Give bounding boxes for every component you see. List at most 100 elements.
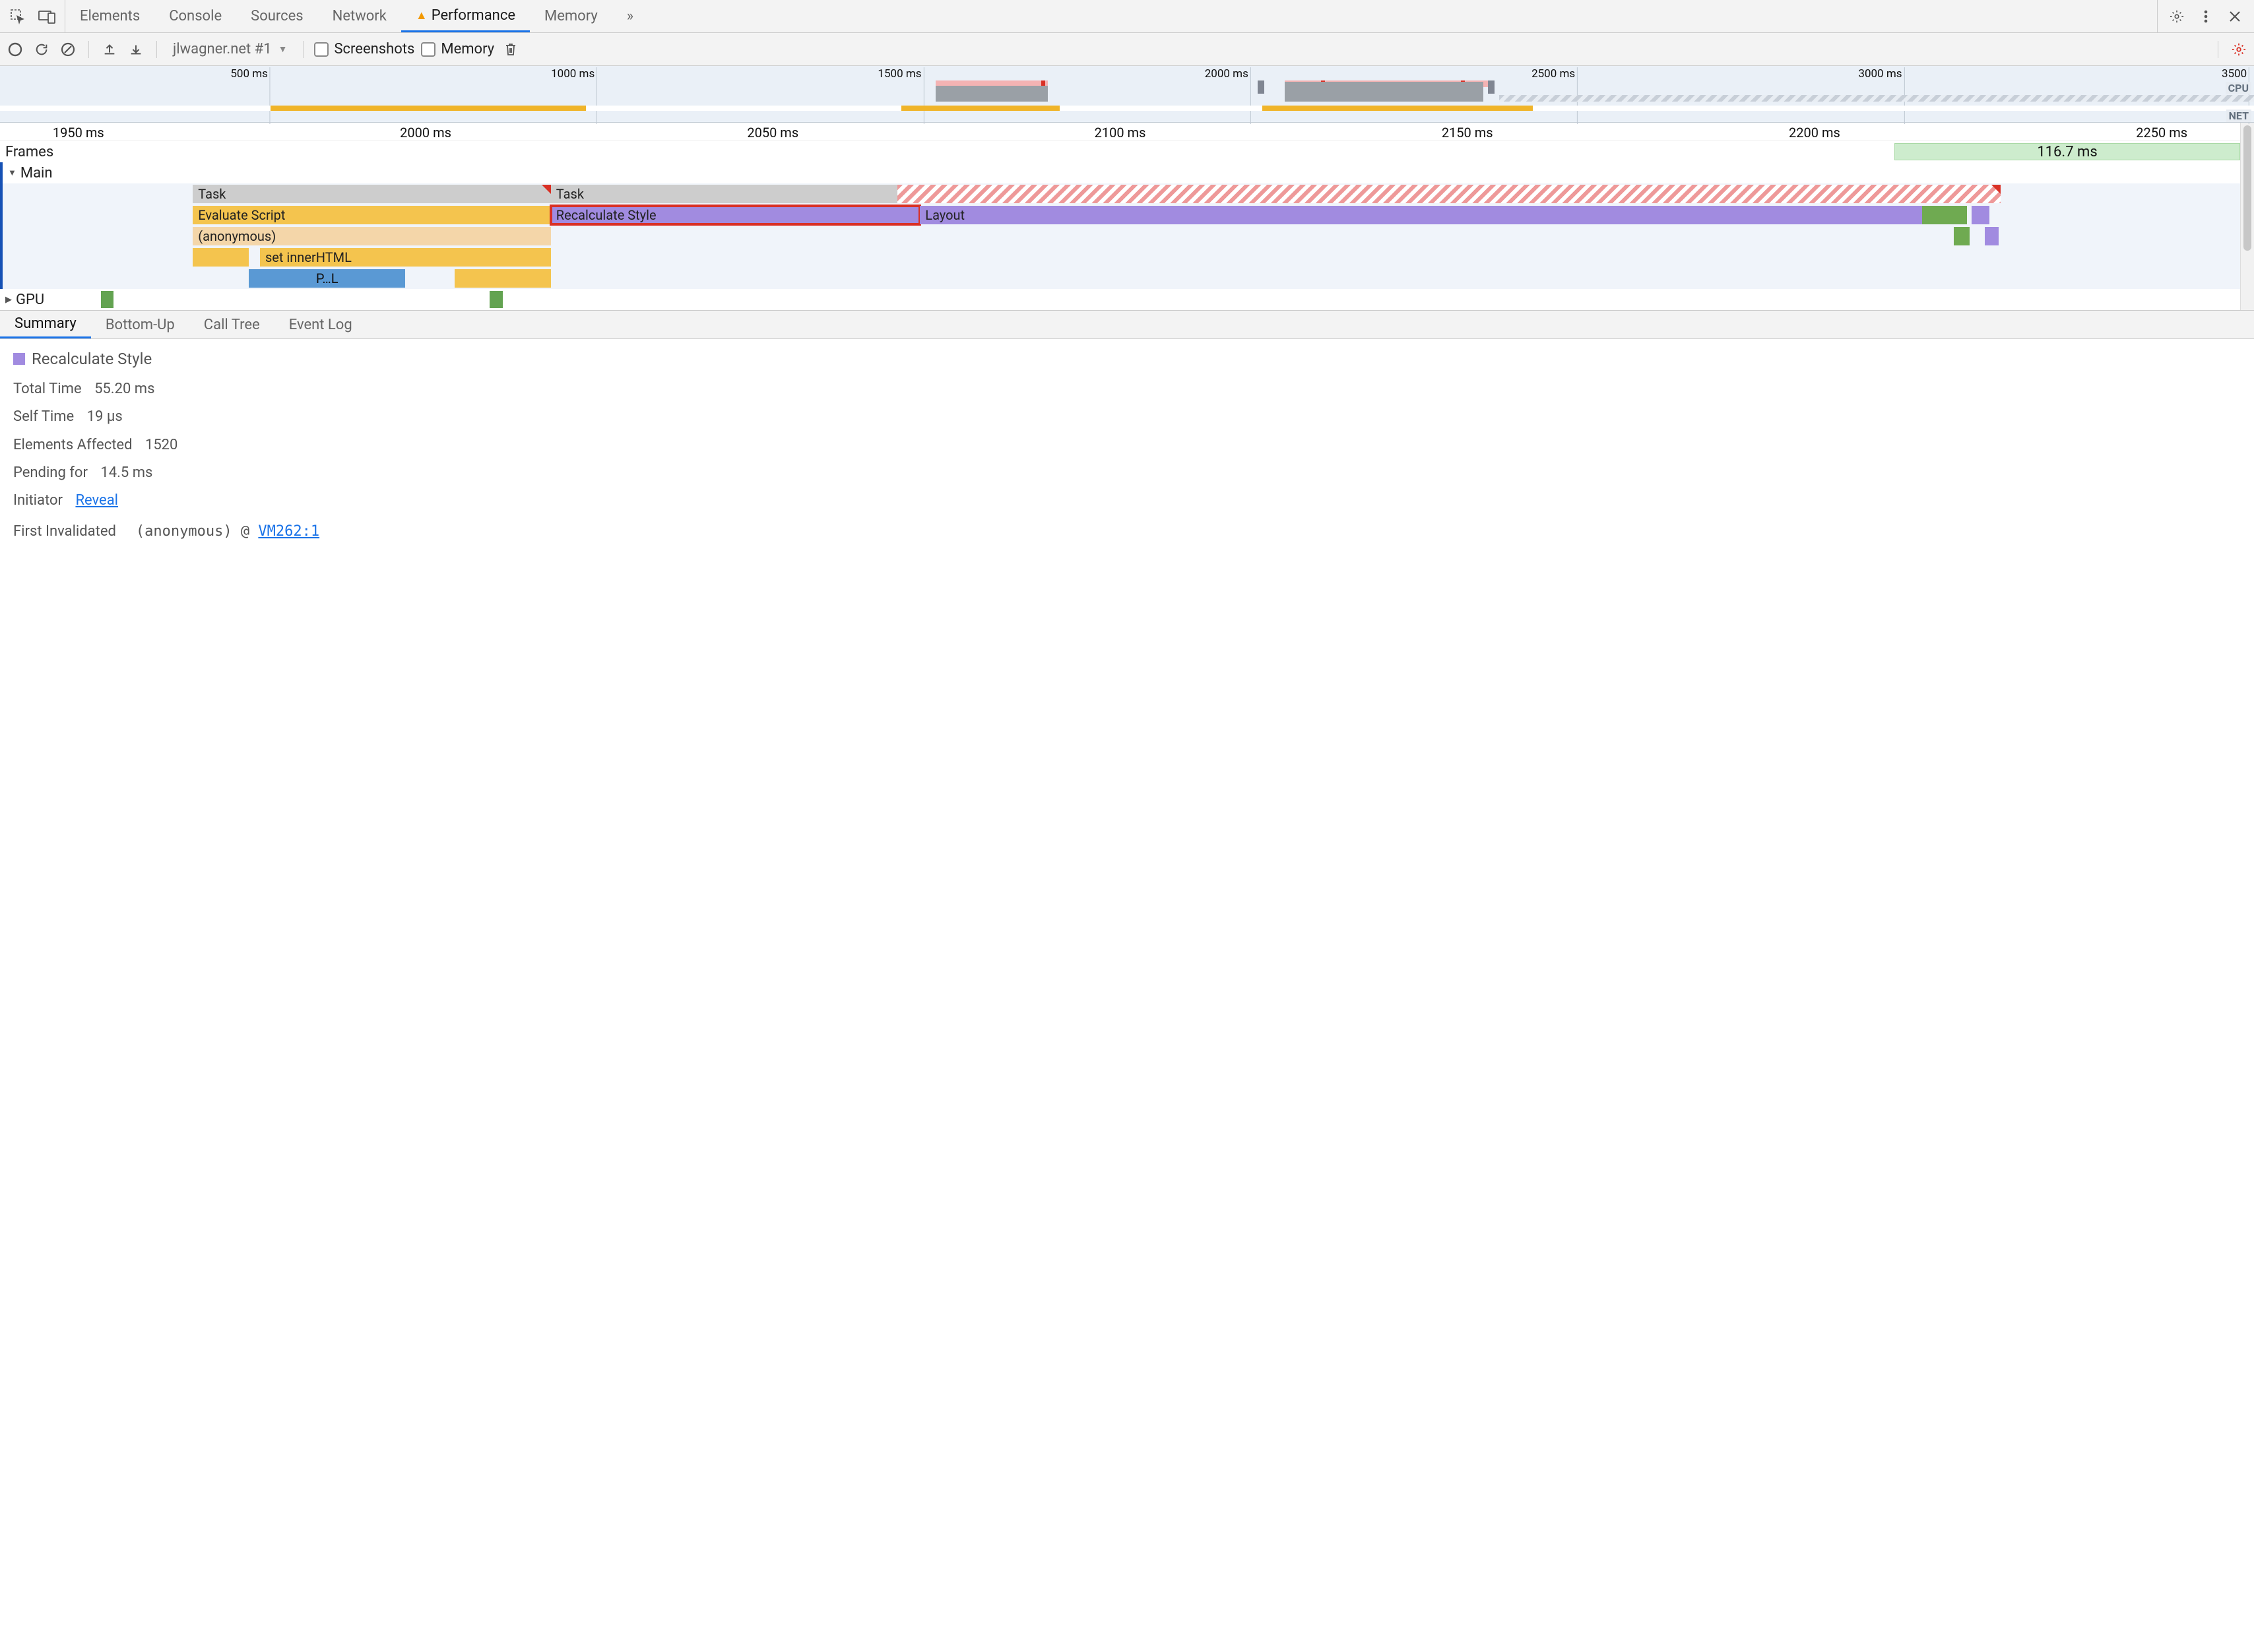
- long-task-marker-icon: [1991, 185, 2001, 194]
- overview-cpu-badge: CPU: [2226, 82, 2251, 94]
- kebab-menu-icon[interactable]: [2196, 7, 2216, 26]
- bar-task-2b[interactable]: [897, 185, 2001, 203]
- details-tabs: Summary Bottom-Up Call Tree Event Log: [0, 310, 2254, 339]
- bar-small-purple[interactable]: [1972, 206, 1989, 224]
- overview-net-badge: NET: [2226, 110, 2251, 122]
- gpu-label[interactable]: ▶ GPU: [0, 292, 79, 308]
- bar-anonymous[interactable]: (anonymous): [193, 227, 551, 245]
- frames-track[interactable]: 116.7 ms: [79, 142, 2240, 162]
- gpu-bar[interactable]: [490, 291, 503, 308]
- capture-settings-gear-icon[interactable]: [2229, 40, 2249, 59]
- btab-event-log[interactable]: Event Log: [274, 311, 367, 338]
- summary-elements-affected: Elements Affected 1520: [13, 437, 2241, 454]
- overview-cpu-lane: [0, 80, 2254, 102]
- xaxis-tick: 1950 ms: [53, 125, 104, 141]
- long-task-marker-icon: [542, 185, 551, 194]
- tab-elements[interactable]: Elements: [65, 0, 154, 32]
- record-icon[interactable]: [5, 40, 25, 59]
- summary-panel: Recalculate Style Total Time 55.20 ms Se…: [0, 339, 2254, 567]
- save-profile-icon[interactable]: [126, 40, 146, 59]
- timeline-overview[interactable]: 500 ms 1000 ms 1500 ms 2000 ms 2500 ms 3…: [0, 66, 2254, 123]
- tab-console[interactable]: Console: [154, 0, 236, 32]
- ov-tick: 3500: [2222, 67, 2249, 80]
- bar-task[interactable]: Task: [193, 185, 551, 203]
- bar-tiny-purple[interactable]: [1985, 227, 1998, 245]
- screenshots-toggle[interactable]: Screenshots: [314, 41, 414, 57]
- settings-gear-icon[interactable]: [2167, 7, 2187, 26]
- btab-summary[interactable]: Summary: [0, 311, 91, 338]
- summary-self-time: Self Time 19 µs: [13, 408, 2241, 426]
- bar-parse-html[interactable]: P…L: [249, 269, 405, 288]
- tab-network[interactable]: Network: [318, 0, 401, 32]
- disclosure-triangle-icon[interactable]: ▼: [8, 168, 16, 178]
- summary-pending-for: Pending for 14.5 ms: [13, 464, 2241, 482]
- gpu-track[interactable]: [79, 290, 2240, 309]
- tab-performance-label: Performance: [432, 7, 515, 24]
- tabstrip-right-icons: [2157, 0, 2254, 32]
- bar-recalculate-style[interactable]: Recalculate Style: [551, 206, 920, 224]
- summary-first-invalidated: First Invalidated (anonymous) @ VM262:1: [13, 523, 2241, 540]
- target-select[interactable]: jlwagner.net #1 ▼: [168, 39, 292, 60]
- target-select-label: jlwagner.net #1: [173, 41, 272, 57]
- screenshots-label: Screenshots: [334, 41, 414, 57]
- vertical-scrollbar[interactable]: [2241, 123, 2254, 310]
- bar-paint[interactable]: [1922, 206, 1967, 224]
- xaxis-tick: 2250 ms: [2136, 125, 2187, 141]
- initiator-reveal-link[interactable]: Reveal: [75, 492, 118, 509]
- overview-ticks: 500 ms 1000 ms 1500 ms 2000 ms 2500 ms 3…: [0, 66, 2254, 79]
- ov-tick: 2000 ms: [1205, 67, 1251, 80]
- devtools-tabstrip: Elements Console Sources Network ▲ Perfo…: [0, 0, 2254, 33]
- frames-label: Frames: [0, 144, 79, 160]
- summary-initiator: Initiator Reveal: [13, 492, 2241, 509]
- first-invalidated-link[interactable]: VM262:1: [258, 523, 319, 540]
- tab-performance[interactable]: ▲ Performance: [401, 0, 530, 32]
- inspect-element-icon[interactable]: [8, 7, 28, 26]
- overview-net-lane: [0, 106, 2254, 111]
- event-swatch: [13, 353, 25, 365]
- panel-tabs: Elements Console Sources Network ▲ Perfo…: [65, 0, 648, 32]
- bar-task-2a[interactable]: Task: [551, 185, 898, 203]
- chevron-down-icon: ▼: [278, 44, 288, 55]
- summary-total-time: Total Time 55.20 ms: [13, 381, 2241, 398]
- device-toolbar-icon[interactable]: [37, 7, 57, 26]
- xaxis-tick: 2200 ms: [1789, 125, 1840, 141]
- main-label[interactable]: ▼ Main: [3, 165, 82, 181]
- load-profile-icon[interactable]: [100, 40, 119, 59]
- flame-xaxis: 1950 ms 2000 ms 2050 ms 2100 ms 2150 ms …: [0, 123, 2240, 141]
- bar-tiny-green[interactable]: [1954, 227, 1970, 245]
- ov-tick: 3000 ms: [1858, 67, 1904, 80]
- xaxis-tick: 2100 ms: [1095, 125, 1146, 141]
- warning-icon: ▲: [416, 9, 428, 22]
- ov-tick: 500 ms: [230, 67, 271, 80]
- gpu-bar[interactable]: [101, 291, 114, 308]
- close-devtools-icon[interactable]: [2225, 7, 2245, 26]
- bar-evaluate-script[interactable]: Evaluate Script: [193, 206, 551, 224]
- disclosure-triangle-icon[interactable]: ▶: [5, 295, 12, 305]
- tabs-overflow[interactable]: »: [612, 0, 648, 32]
- main-header-row: ▼ Main: [3, 162, 2240, 183]
- tab-sources[interactable]: Sources: [236, 0, 318, 32]
- gpu-row: ▶ GPU: [0, 289, 2240, 310]
- frames-row: Frames 116.7 ms: [0, 141, 2240, 162]
- ov-tick: 1500 ms: [878, 67, 924, 80]
- frame-pill[interactable]: 116.7 ms: [1894, 143, 2240, 160]
- btab-call-tree[interactable]: Call Tree: [189, 311, 274, 338]
- bar-set-innerhtml[interactable]: set innerHTML: [260, 248, 551, 267]
- scrollbar-thumb[interactable]: [2243, 125, 2251, 251]
- bar-layout[interactable]: Layout: [920, 206, 1922, 224]
- btab-bottom-up[interactable]: Bottom-Up: [91, 311, 189, 338]
- memory-toggle[interactable]: Memory: [421, 41, 494, 57]
- summary-event-name: Recalculate Style: [13, 350, 2241, 369]
- collect-garbage-icon[interactable]: [501, 40, 521, 59]
- bar-yellow-chip-2[interactable]: [455, 269, 551, 288]
- memory-label: Memory: [441, 41, 494, 57]
- reload-record-icon[interactable]: [32, 40, 51, 59]
- ov-tick: 2500 ms: [1531, 67, 1578, 80]
- screenshots-checkbox[interactable]: [314, 42, 329, 57]
- frame-pill-label: 116.7 ms: [2037, 144, 2097, 160]
- clear-icon[interactable]: [58, 40, 78, 59]
- flame-chart[interactable]: 1950 ms 2000 ms 2050 ms 2100 ms 2150 ms …: [0, 123, 2241, 310]
- memory-checkbox[interactable]: [421, 42, 435, 57]
- bar-yellow-chip[interactable]: [193, 248, 249, 267]
- tab-memory[interactable]: Memory: [530, 0, 612, 32]
